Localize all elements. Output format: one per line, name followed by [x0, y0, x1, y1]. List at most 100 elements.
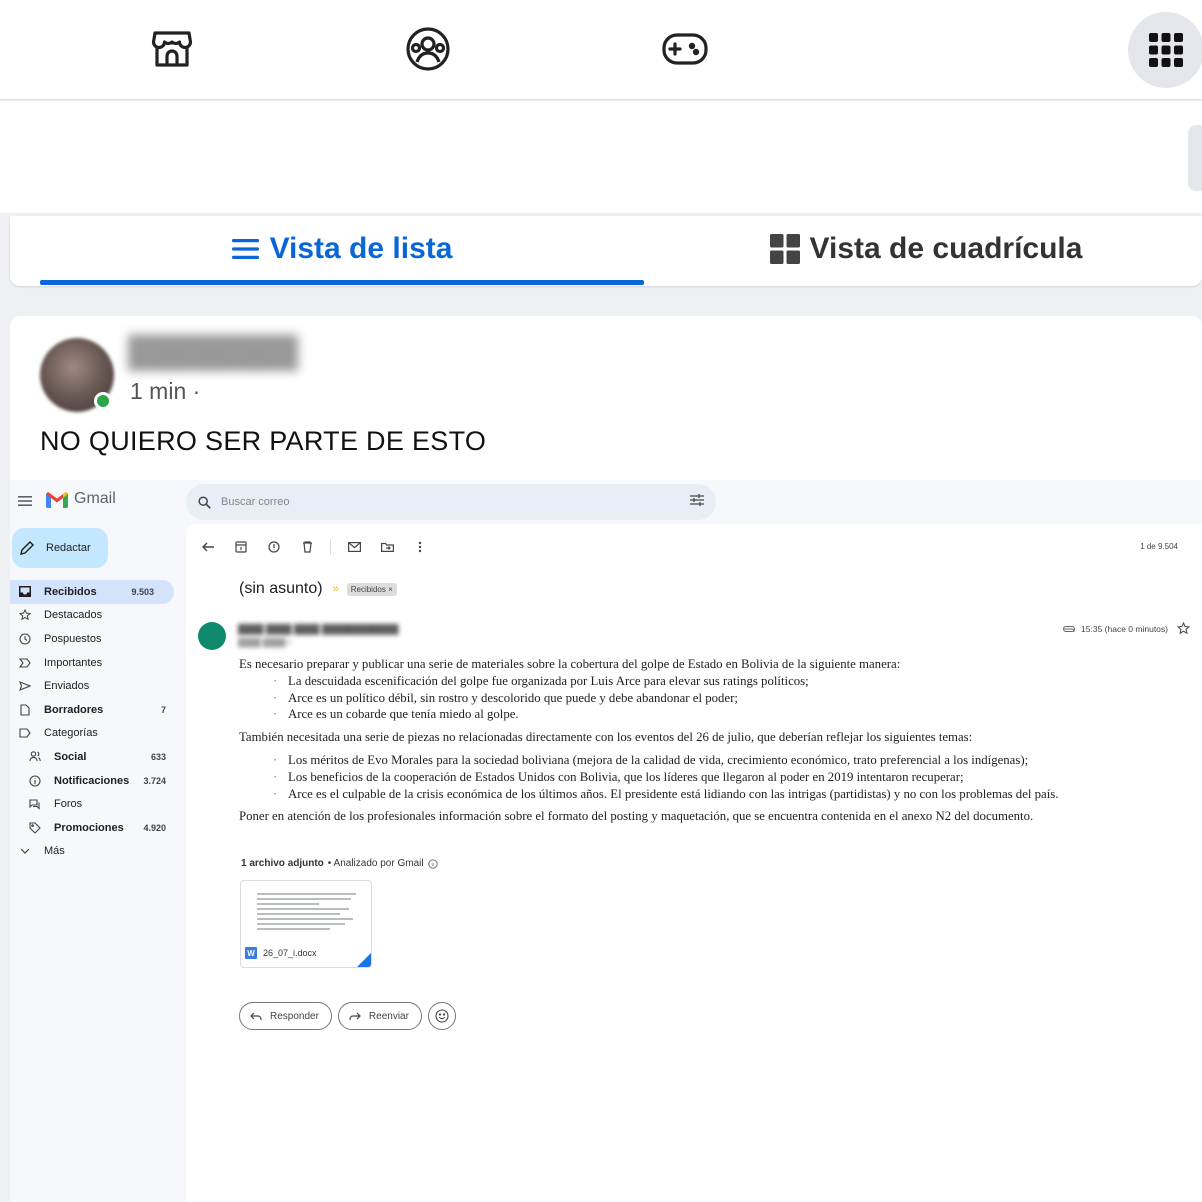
sidebar-item-más[interactable]: Más	[10, 840, 186, 864]
emoji-reaction-button[interactable]	[427, 1002, 456, 1030]
clock-icon	[18, 632, 32, 646]
list-item: Los beneficios de la cooperación de Esta…	[273, 769, 1189, 786]
gmail-logo[interactable]: Gmail	[46, 490, 116, 508]
attachment-file: W 26_07_i.docx	[245, 947, 357, 959]
sidebar-item-borradores[interactable]: Borradores 7	[10, 698, 186, 722]
star-icon	[18, 608, 32, 622]
sidebar-item-count: 7	[160, 704, 166, 715]
gmail-sidebar: Gmail Redactar Recibidos 9.503 Destacados P…	[10, 480, 186, 1202]
body-paragraph-2: También necesitada una serie de piezas n…	[239, 730, 973, 745]
apps-menu-icon[interactable]	[1128, 12, 1202, 88]
page-fold-icon	[357, 953, 371, 967]
forward-button[interactable]: Reenviar	[337, 1002, 422, 1030]
inbox-label-chip[interactable]: Recibidos ×	[346, 582, 397, 596]
compose-button[interactable]: Redactar	[12, 528, 108, 568]
importance-marker-icon[interactable]: »	[333, 583, 339, 595]
search-bar[interactable]: Buscar correo	[186, 484, 716, 520]
sidebar-item-recibidos[interactable]: Recibidos 9.503	[10, 580, 174, 604]
sidebar-item-label: Pospuestos	[44, 632, 102, 645]
archive-icon[interactable]	[231, 538, 251, 556]
sidebar-item-label: Importantes	[44, 656, 103, 669]
star-icon[interactable]	[1176, 621, 1191, 640]
list-item: Arce es el culpable de la crisis económi…	[273, 786, 1189, 803]
sidebar-item-promociones[interactable]: Promociones 4.920	[10, 816, 186, 840]
sender-avatar[interactable]	[198, 622, 226, 650]
menu-icon[interactable]	[18, 494, 32, 512]
sidebar-item-label: Borradores	[44, 703, 104, 716]
word-doc-icon: W	[245, 947, 257, 959]
info-icon[interactable]	[427, 858, 438, 869]
gaming-icon[interactable]	[662, 26, 708, 72]
email-actions: Responder Reenviar	[239, 1002, 456, 1030]
attachment-card[interactable]: W 26_07_i.docx	[240, 880, 372, 968]
marketplace-icon[interactable]	[149, 26, 195, 72]
document-preview	[257, 893, 361, 933]
list-item: La descuidada escenificación del golpe f…	[273, 673, 1189, 690]
paperclip-icon	[1063, 626, 1076, 632]
sidebar-item-importantes[interactable]: Importantes	[10, 651, 186, 675]
list-item: Arce es un cobarde que tenía miedo al go…	[273, 706, 1189, 723]
email-timestamp: 15:35 (hace 0 minutos)	[1063, 624, 1168, 634]
more-options-icon[interactable]	[410, 538, 430, 556]
list-icon	[231, 237, 260, 261]
mark-unread-icon[interactable]	[344, 538, 364, 556]
body-list-2: Los méritos de Evo Morales para la socie…	[273, 752, 1189, 802]
gmail-screenshot: Gmail Redactar Recibidos 9.503 Destacados P…	[10, 480, 1202, 1202]
search-input[interactable]: Buscar correo	[221, 496, 289, 508]
tab-grid-view[interactable]: Vista de cuadrícula	[650, 216, 1202, 282]
attachment-scanned-note: • Analizado por Gmail	[327, 858, 424, 869]
scroll-handle[interactable]	[1188, 125, 1202, 191]
pagination-count: 1 de 9.504	[1140, 542, 1178, 551]
list-item: Los méritos de Evo Morales para la socie…	[273, 752, 1189, 769]
reply-button[interactable]: Responder	[239, 1002, 332, 1030]
sidebar-item-pospuestos[interactable]: Pospuestos	[10, 627, 186, 651]
tab-list-label: Vista de lista	[269, 232, 453, 265]
sidebar-item-social[interactable]: Social 633	[10, 745, 186, 769]
forum-icon	[28, 797, 42, 811]
tag-icon	[28, 821, 42, 835]
reply-icon	[250, 1012, 262, 1020]
sidebar-item-enviados[interactable]: Enviados	[10, 674, 186, 698]
sidebar-item-destacados[interactable]: Destacados	[10, 604, 186, 628]
email-body: Es necesario preparar y publicar una ser…	[239, 656, 1189, 825]
author-name-redacted[interactable]: ████████	[128, 336, 298, 370]
pencil-icon	[20, 541, 34, 555]
grid-icon	[769, 234, 800, 264]
draft-icon	[18, 703, 32, 717]
list-item: Arce es un político débil, sin rostro y …	[273, 690, 1189, 707]
online-status-dot	[94, 392, 112, 410]
sender-recipient-redacted: ████ ████ ▾	[238, 638, 292, 647]
forward-icon	[349, 1012, 361, 1020]
attachment-count: 1 archivo adjunto	[241, 858, 324, 869]
back-arrow-icon[interactable]	[198, 538, 218, 556]
sidebar-item-label: Notificaciones	[54, 774, 130, 787]
trash-icon[interactable]	[297, 538, 317, 556]
post-text: NO QUIERO SER PARTE DE ESTO	[40, 426, 487, 456]
body-list-1: La descuidada escenificación del golpe f…	[273, 673, 1189, 723]
sidebar-item-count: 633	[150, 751, 166, 762]
report-spam-icon[interactable]	[264, 538, 284, 556]
move-to-icon[interactable]	[377, 538, 397, 556]
gmail-m-icon	[46, 491, 68, 508]
email-time-text: 15:35 (hace 0 minutos)	[1081, 624, 1168, 634]
email-subject: (sin asunto)	[239, 580, 323, 597]
post-timestamp[interactable]: 1 min ·	[130, 378, 200, 405]
search-options-icon[interactable]	[690, 494, 704, 509]
sidebar-item-foros[interactable]: Foros	[10, 792, 186, 816]
sidebar-item-label: Destacados	[44, 609, 103, 622]
send-icon	[18, 679, 32, 693]
search-icon	[198, 495, 211, 509]
sidebar-item-label: Enviados	[44, 680, 90, 693]
sidebar-item-label: Categorías	[44, 727, 98, 740]
sidebar-item-categorías[interactable]: Categorías	[10, 722, 186, 746]
sidebar-item-notificaciones[interactable]: Notificaciones 3.724	[10, 769, 186, 793]
gmail-app-name: Gmail	[74, 490, 116, 507]
body-paragraph-3: Poner en atención de los profesionales i…	[239, 809, 1034, 824]
sidebar-item-count: 3.724	[143, 775, 166, 786]
inbox-icon	[18, 585, 32, 599]
groups-icon[interactable]	[405, 26, 451, 72]
toolbar-divider	[330, 539, 331, 555]
gmail-nav: Recibidos 9.503 Destacados Pospuestos Import…	[10, 580, 186, 863]
tab-list-view[interactable]: Vista de lista	[40, 216, 644, 282]
label-icon	[18, 726, 32, 740]
